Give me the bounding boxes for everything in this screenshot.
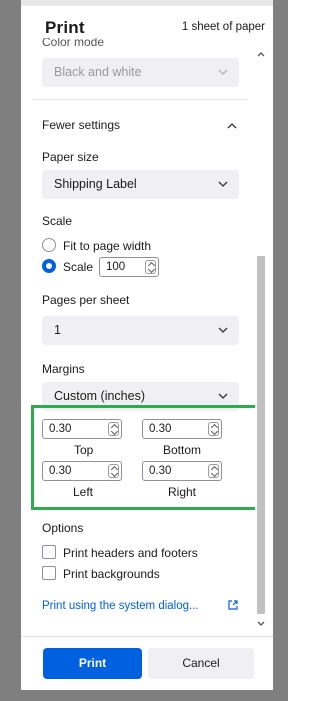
fit-to-page-radio[interactable] [42, 238, 56, 252]
paper-size-value: Shipping Label [54, 177, 137, 191]
page-title: Print [45, 18, 85, 37]
system-dialog-link[interactable]: Print using the system dialog... [42, 600, 199, 612]
options-label: Options [42, 521, 84, 535]
settings-scroll-area: Color mode Black and white Fewer setting… [21, 6, 273, 636]
pages-per-sheet-value: 1 [54, 323, 61, 337]
chevron-up-icon[interactable] [226, 120, 238, 132]
headers-footers-checkbox[interactable] [42, 545, 56, 559]
backgrounds-label: Print backgrounds [63, 567, 160, 581]
scroll-up-icon[interactable] [256, 49, 266, 59]
scale-label: Scale [42, 214, 73, 228]
color-mode-value: Black and white [54, 65, 142, 79]
scale-radio-label: Scale [63, 260, 94, 274]
fit-to-page-label: Fit to page width [63, 239, 152, 253]
margins-highlight-box [31, 405, 260, 510]
dialog-header: Print 1 sheet of paper [21, 6, 273, 38]
chevron-down-icon [218, 181, 228, 187]
divider [33, 99, 247, 100]
scale-stepper[interactable] [145, 260, 156, 274]
scrollbar-thumb[interactable] [257, 256, 265, 614]
footer-divider [21, 636, 273, 637]
pages-per-sheet-select[interactable]: 1 [42, 316, 239, 345]
scale-input[interactable]: 100 [99, 257, 159, 277]
page-backdrop-left [0, 0, 21, 701]
paper-size-label: Paper size [42, 150, 99, 164]
external-link-icon[interactable] [227, 599, 239, 611]
fewer-settings-toggle[interactable]: Fewer settings [42, 118, 120, 132]
pages-per-sheet-label: Pages per sheet [42, 293, 130, 307]
chevron-down-icon [218, 69, 228, 75]
chevron-down-icon [218, 327, 228, 333]
sheet-count: 1 sheet of paper [181, 21, 265, 33]
print-button[interactable]: Print [43, 648, 142, 679]
page-backdrop-bottom [21, 690, 273, 701]
paper-size-select[interactable]: Shipping Label [42, 170, 239, 199]
print-dialog: Color mode Black and white Fewer setting… [21, 6, 273, 690]
scale-radio[interactable] [42, 259, 56, 273]
chevron-down-icon [218, 393, 228, 399]
page-backdrop-right [273, 0, 288, 701]
margins-value: Custom (inches) [54, 389, 145, 403]
backgrounds-checkbox[interactable] [42, 566, 56, 580]
cancel-button[interactable]: Cancel [148, 648, 254, 679]
scale-value: 100 [106, 261, 126, 273]
scroll-down-icon[interactable] [256, 619, 266, 629]
headers-footers-label: Print headers and footers [63, 546, 198, 560]
margins-label: Margins [42, 362, 85, 376]
color-mode-select: Black and white [42, 58, 239, 87]
